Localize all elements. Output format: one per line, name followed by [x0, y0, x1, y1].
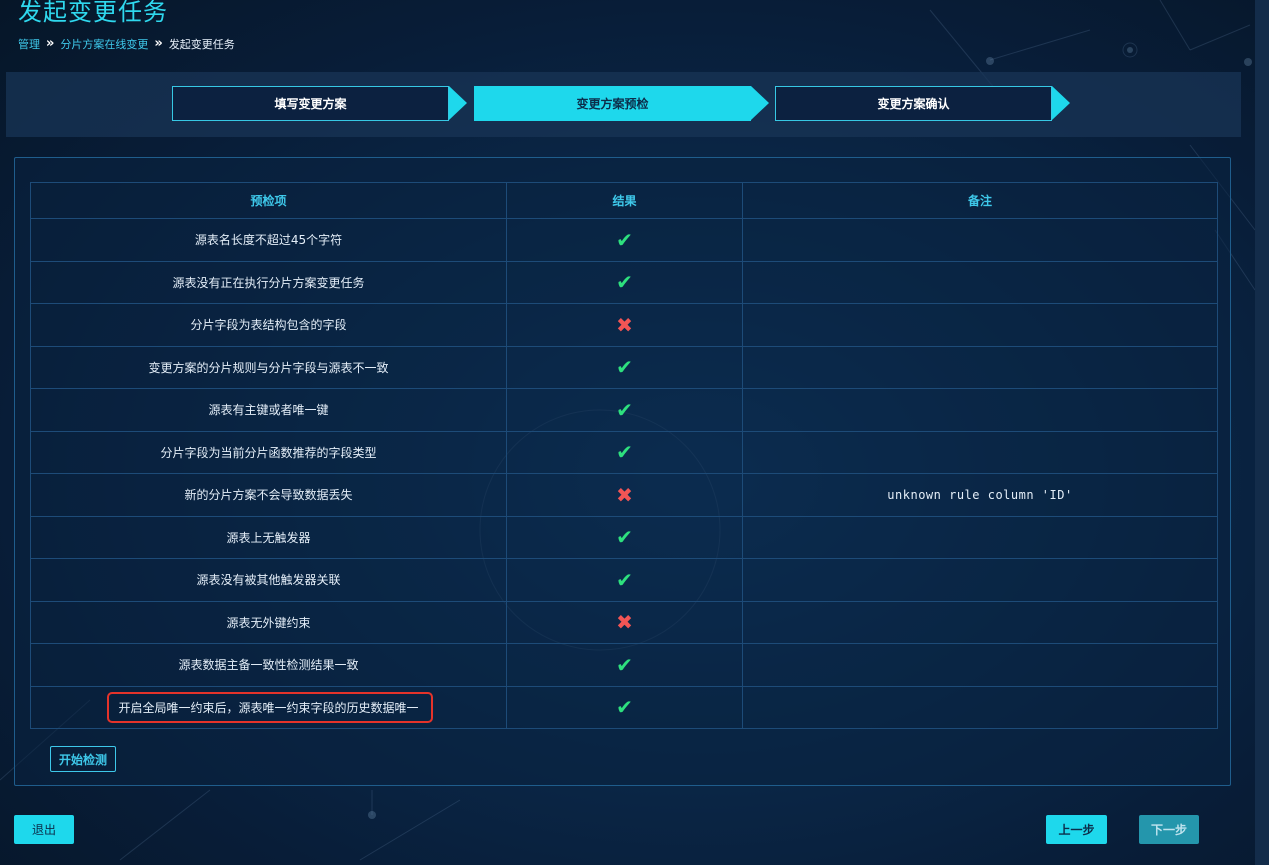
precheck-item-cell: 源表没有正在执行分片方案变更任务 — [30, 260, 507, 304]
note-cell — [742, 643, 1218, 687]
result-cell: ✖ — [506, 600, 743, 644]
table-header-row: 预检项 结果 备注 — [30, 182, 1218, 219]
column-header-item: 预检项 — [30, 182, 507, 219]
result-cell: ✔ — [506, 685, 743, 729]
check-icon: ✔ — [616, 355, 633, 380]
precheck-item-cell: 源表没有被其他触发器关联 — [30, 558, 507, 602]
page-scrollbar[interactable] — [1255, 0, 1269, 865]
precheck-table: 预检项 结果 备注 源表名长度不超过45个字符 ✔ 源表没有正在执行分片方案变更任务… — [30, 182, 1218, 729]
table-row: 开启全局唯一约束后，源表唯一约束字段的历史数据唯一 ✔ — [30, 685, 1218, 729]
result-cell: ✔ — [506, 345, 743, 389]
step-label: 变更方案预检 — [474, 86, 751, 121]
step-label: 变更方案确认 — [775, 86, 1052, 121]
step-arrow-icon — [1052, 86, 1070, 120]
cross-icon: ✖ — [616, 610, 633, 635]
table-row: 变更方案的分片规则与分片字段与源表不一致 ✔ — [30, 345, 1218, 389]
page-title: 发起变更任务 — [18, 0, 168, 26]
cross-icon: ✖ — [616, 312, 633, 337]
note-cell — [742, 430, 1218, 474]
table-row: 新的分片方案不会导致数据丢失 ✖ unknown rule column 'ID' — [30, 473, 1218, 517]
note-cell — [742, 218, 1218, 262]
result-cell: ✖ — [506, 303, 743, 347]
precheck-item-cell: 源表数据主备一致性检测结果一致 — [30, 643, 507, 687]
note-cell — [742, 388, 1218, 432]
result-cell: ✔ — [506, 430, 743, 474]
check-icon: ✔ — [616, 652, 633, 677]
result-cell: ✔ — [506, 558, 743, 602]
cross-icon: ✖ — [616, 482, 633, 507]
column-header-result: 结果 — [506, 182, 743, 219]
precheck-item-cell: 变更方案的分片规则与分片字段与源表不一致 — [30, 345, 507, 389]
note-cell — [742, 515, 1218, 559]
precheck-item-cell: 开启全局唯一约束后，源表唯一约束字段的历史数据唯一 — [30, 685, 507, 729]
note-cell — [742, 345, 1218, 389]
table-row: 源表名长度不超过45个字符 ✔ — [30, 218, 1218, 262]
table-row: 源表没有正在执行分片方案变更任务 ✔ — [30, 260, 1218, 304]
note-cell — [742, 260, 1218, 304]
start-check-button[interactable]: 开始检测 — [50, 746, 116, 772]
breadcrumb-separator-icon: » — [46, 35, 55, 51]
note-cell — [742, 303, 1218, 347]
check-icon: ✔ — [616, 227, 633, 252]
table-row: 源表上无触发器 ✔ — [30, 515, 1218, 559]
note-cell — [742, 558, 1218, 602]
breadcrumb-separator-icon: » — [154, 35, 163, 51]
precheck-item-cell: 新的分片方案不会导致数据丢失 — [30, 473, 507, 517]
table-body: 源表名长度不超过45个字符 ✔ 源表没有正在执行分片方案变更任务 ✔ 分片字段为表结构包… — [30, 218, 1218, 729]
result-cell: ✔ — [506, 388, 743, 432]
note-cell — [742, 685, 1218, 729]
check-icon: ✔ — [616, 567, 633, 592]
check-icon: ✔ — [616, 695, 633, 720]
precheck-item-cell: 源表名长度不超过45个字符 — [30, 218, 507, 262]
breadcrumb: 管理 » 分片方案在线变更 » 发起变更任务 — [18, 36, 235, 52]
check-icon: ✔ — [616, 440, 633, 465]
table-row: 源表无外键约束 ✖ — [30, 600, 1218, 644]
table-row: 分片字段为表结构包含的字段 ✖ — [30, 303, 1218, 347]
check-icon: ✔ — [616, 397, 633, 422]
column-header-note: 备注 — [742, 182, 1218, 219]
precheck-panel: 预检项 结果 备注 源表名长度不超过45个字符 ✔ 源表没有正在执行分片方案变更任务… — [14, 157, 1231, 786]
exit-button[interactable]: 退出 — [14, 815, 74, 844]
result-cell: ✔ — [506, 643, 743, 687]
precheck-item-cell: 源表上无触发器 — [30, 515, 507, 559]
breadcrumb-current: 发起变更任务 — [168, 38, 235, 51]
result-cell: ✖ — [506, 473, 743, 517]
result-cell: ✔ — [506, 260, 743, 304]
breadcrumb-link-online-change[interactable]: 分片方案在线变更 — [60, 36, 148, 52]
step-arrow-icon — [449, 86, 467, 120]
result-cell: ✔ — [506, 218, 743, 262]
step-arrow-icon — [751, 86, 769, 120]
precheck-item-cell: 源表无外键约束 — [30, 600, 507, 644]
table-row: 源表有主键或者唯一键 ✔ — [30, 388, 1218, 432]
prev-step-button[interactable]: 上一步 — [1046, 815, 1107, 844]
table-row: 源表数据主备一致性检测结果一致 ✔ — [30, 643, 1218, 687]
table-row: 源表没有被其他触发器关联 ✔ — [30, 558, 1218, 602]
check-icon: ✔ — [616, 270, 633, 295]
result-cell: ✔ — [506, 515, 743, 559]
check-icon: ✔ — [616, 525, 633, 550]
breadcrumb-link-management[interactable]: 管理 — [18, 36, 40, 52]
note-cell: unknown rule column 'ID' — [742, 473, 1218, 517]
table-row: 分片字段为当前分片函数推荐的字段类型 ✔ — [30, 430, 1218, 474]
step-label: 填写变更方案 — [172, 86, 449, 121]
note-cell — [742, 600, 1218, 644]
next-step-button[interactable]: 下一步 — [1139, 815, 1199, 844]
precheck-item-cell: 源表有主键或者唯一键 — [30, 388, 507, 432]
wizard-steps-bar: 填写变更方案 变更方案预检 变更方案确认 — [6, 72, 1241, 137]
precheck-item-cell: 分片字段为当前分片函数推荐的字段类型 — [30, 430, 507, 474]
precheck-item-cell: 分片字段为表结构包含的字段 — [30, 303, 507, 347]
